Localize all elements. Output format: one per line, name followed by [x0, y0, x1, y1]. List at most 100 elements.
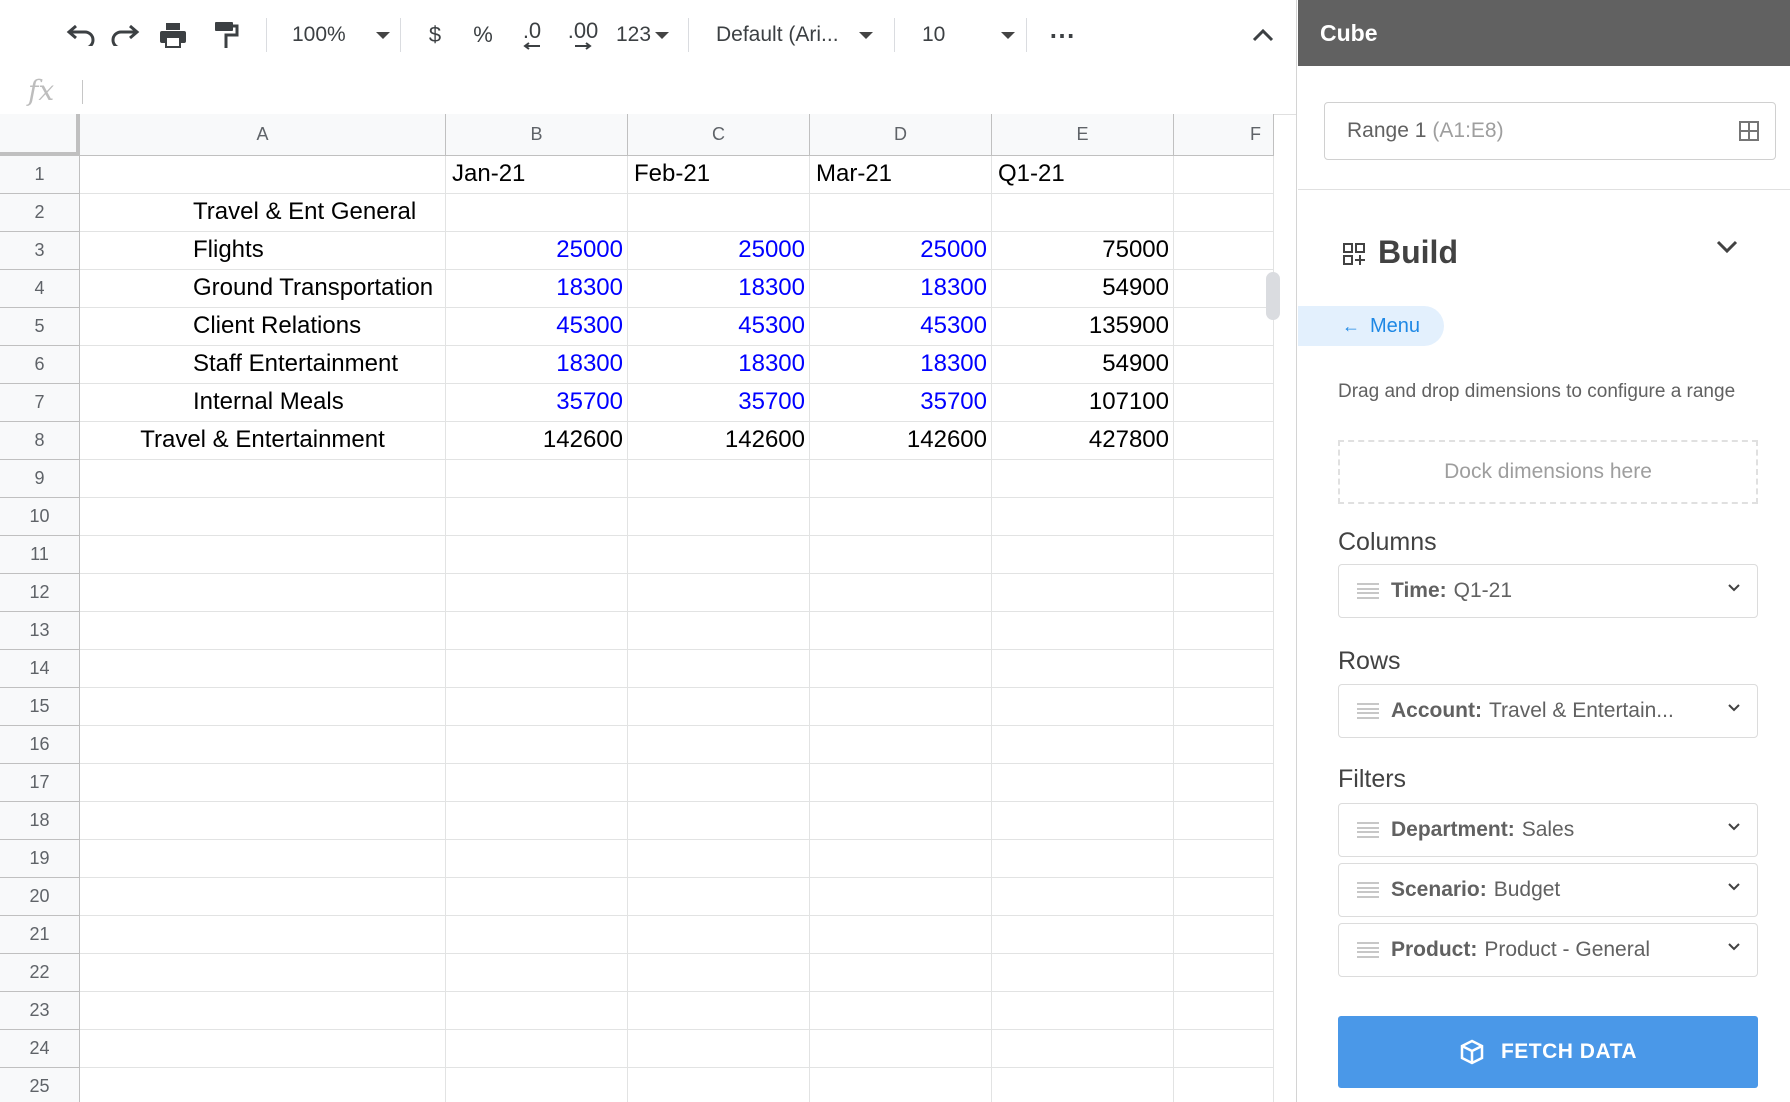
cell[interactable] — [80, 726, 446, 764]
row-header[interactable]: 7 — [0, 384, 80, 422]
cell[interactable] — [446, 688, 628, 726]
cell[interactable] — [1174, 574, 1274, 612]
total-label[interactable]: Travel & Entertainment — [80, 422, 446, 460]
cell[interactable] — [446, 878, 628, 916]
cell[interactable] — [1174, 308, 1274, 346]
font-size-select[interactable]: 10 — [922, 14, 1016, 56]
column-period-header[interactable]: Q1-21 — [992, 156, 1174, 194]
cell[interactable] — [810, 802, 992, 840]
cell[interactable] — [992, 764, 1174, 802]
dimension-product[interactable]: Product: Product - General — [1338, 923, 1758, 977]
value-cell[interactable] — [446, 194, 628, 232]
number-format-select[interactable]: 123 — [616, 14, 670, 56]
column-header-e[interactable]: E — [992, 114, 1174, 156]
cell[interactable] — [1174, 612, 1274, 650]
cell[interactable] — [80, 612, 446, 650]
dimension-time[interactable]: Time: Q1-21 — [1338, 564, 1758, 618]
cell[interactable] — [628, 764, 810, 802]
cell[interactable] — [810, 1030, 992, 1068]
cell[interactable] — [628, 916, 810, 954]
column-period-header[interactable]: Feb-21 — [628, 156, 810, 194]
row-header[interactable]: 5 — [0, 308, 80, 346]
value-cell[interactable]: 18300 — [446, 270, 628, 308]
column-header-a[interactable]: A — [80, 114, 446, 156]
value-cell[interactable]: 35700 — [446, 384, 628, 422]
cell[interactable] — [628, 954, 810, 992]
vertical-scrollbar[interactable] — [1266, 272, 1280, 320]
value-cell[interactable]: 107100 — [992, 384, 1174, 422]
chevron-down-icon[interactable] — [1716, 240, 1738, 254]
account-label[interactable]: Flights — [80, 232, 446, 270]
cell[interactable] — [810, 536, 992, 574]
dock-dimensions-zone[interactable]: Dock dimensions here — [1338, 440, 1758, 504]
column-header-c[interactable]: C — [628, 114, 810, 156]
row-header[interactable]: 14 — [0, 650, 80, 688]
chevron-down-icon[interactable] — [1727, 583, 1741, 593]
cell[interactable] — [1174, 992, 1274, 1030]
cell[interactable] — [628, 878, 810, 916]
drag-handle-icon[interactable] — [1357, 703, 1379, 719]
value-cell[interactable]: 18300 — [628, 270, 810, 308]
cell[interactable] — [80, 1068, 446, 1102]
row-header[interactable]: 2 — [0, 194, 80, 232]
row-header[interactable]: 20 — [0, 878, 80, 916]
cell[interactable] — [1174, 346, 1274, 384]
cell[interactable] — [1174, 688, 1274, 726]
percent-format-button[interactable]: % — [468, 14, 498, 56]
value-cell[interactable]: 25000 — [446, 232, 628, 270]
cell[interactable] — [80, 498, 446, 536]
value-cell[interactable]: 35700 — [628, 384, 810, 422]
cell[interactable] — [628, 688, 810, 726]
decrease-decimals-button[interactable]: .0 — [514, 14, 550, 56]
cell[interactable] — [992, 460, 1174, 498]
cell[interactable] — [80, 878, 446, 916]
cell[interactable] — [628, 802, 810, 840]
value-cell[interactable]: 54900 — [992, 346, 1174, 384]
cell[interactable] — [992, 992, 1174, 1030]
cell[interactable] — [1174, 1068, 1274, 1102]
zoom-select[interactable]: 100% — [292, 14, 390, 56]
total-value-cell[interactable]: 427800 — [992, 422, 1174, 460]
cell[interactable] — [1174, 270, 1274, 308]
cell[interactable] — [446, 726, 628, 764]
cell[interactable] — [80, 688, 446, 726]
row-header[interactable]: 3 — [0, 232, 80, 270]
cell[interactable] — [1174, 194, 1274, 232]
cell[interactable] — [992, 878, 1174, 916]
value-cell[interactable]: 18300 — [810, 346, 992, 384]
dimension-department[interactable]: Department: Sales — [1338, 803, 1758, 857]
row-header[interactable]: 18 — [0, 802, 80, 840]
cell[interactable] — [446, 764, 628, 802]
cell[interactable] — [80, 650, 446, 688]
cell[interactable] — [1174, 156, 1274, 194]
cell[interactable] — [1174, 536, 1274, 574]
dimension-account[interactable]: Account: Travel & Entertain... — [1338, 684, 1758, 738]
value-cell[interactable]: 25000 — [810, 232, 992, 270]
value-cell[interactable] — [810, 194, 992, 232]
cell[interactable] — [446, 954, 628, 992]
total-value-cell[interactable]: 142600 — [810, 422, 992, 460]
cell[interactable] — [810, 764, 992, 802]
account-label[interactable]: Ground Transportation — [80, 270, 446, 308]
cell[interactable] — [446, 916, 628, 954]
value-cell[interactable]: 45300 — [628, 308, 810, 346]
cell[interactable] — [992, 840, 1174, 878]
row-header[interactable]: 12 — [0, 574, 80, 612]
cell[interactable] — [628, 1030, 810, 1068]
cell[interactable] — [810, 916, 992, 954]
cell[interactable] — [992, 498, 1174, 536]
cell[interactable] — [1174, 498, 1274, 536]
chevron-down-icon[interactable] — [1727, 822, 1741, 832]
grid-icon[interactable] — [1737, 119, 1761, 143]
cell[interactable] — [446, 1030, 628, 1068]
cell[interactable] — [80, 916, 446, 954]
cell[interactable] — [628, 612, 810, 650]
cell[interactable] — [992, 954, 1174, 992]
row-header[interactable]: 17 — [0, 764, 80, 802]
cell[interactable] — [1174, 460, 1274, 498]
cell[interactable] — [810, 460, 992, 498]
cell[interactable] — [80, 840, 446, 878]
cell[interactable] — [992, 612, 1174, 650]
cell[interactable] — [992, 726, 1174, 764]
cell[interactable] — [628, 650, 810, 688]
